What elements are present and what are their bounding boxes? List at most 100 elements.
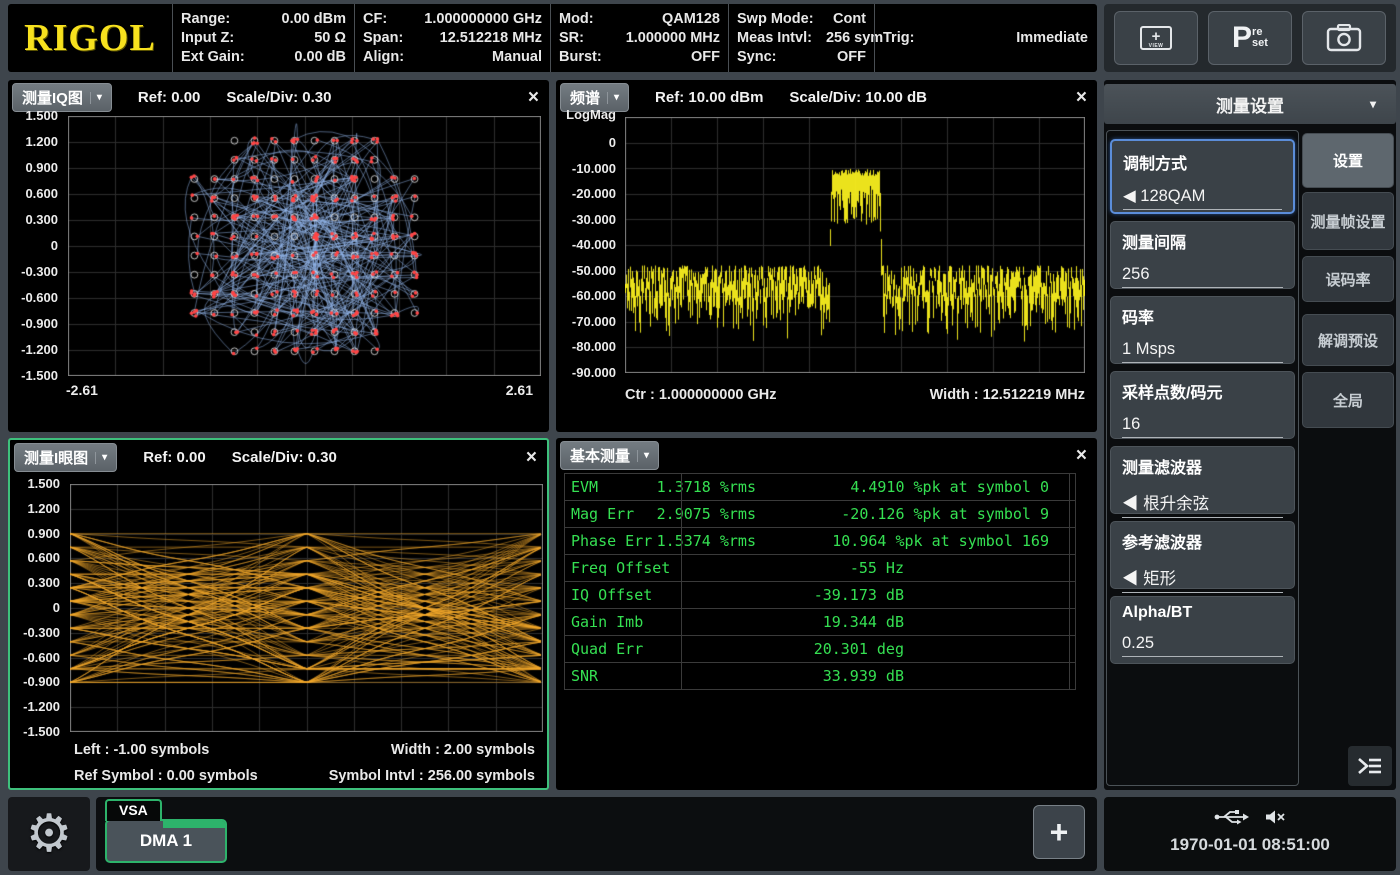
sidebar-item-points-per-symbol[interactable]: 采样点数/码元 16 — [1110, 371, 1295, 439]
meas-row-quad-err: Quad Err 20.301 deg — [565, 636, 1075, 663]
setting-label: 测量间隔 — [1122, 229, 1283, 253]
tick: -10.000 — [572, 162, 616, 176]
meas-value: 19.344 dB — [823, 609, 904, 635]
panel-basic-measurements[interactable]: 基本测量 ▾ × EVM 1.3718 %rms 4.4910 %pk at s… — [556, 438, 1097, 790]
close-icon[interactable]: × — [1076, 447, 1087, 465]
meas-peak-value: 4.4910 %pk at symbol 0 — [850, 474, 1049, 500]
sidebar-item-symbol-rate[interactable]: 码率 1 Msps — [1110, 296, 1295, 364]
eye-diagram-plot[interactable] — [70, 484, 543, 732]
status-label: Mod: — [559, 10, 594, 28]
status-group-input: Range: 0.00 dBm Input Z: 50 Ω Ext Gain: 0.0… — [172, 4, 354, 72]
menu-collapse-button[interactable] — [1348, 746, 1392, 786]
chevron-down-icon: ▾ — [90, 92, 102, 104]
status-value: Manual — [492, 48, 542, 66]
preset-p: P — [1232, 24, 1252, 52]
usb-icon — [1214, 809, 1250, 825]
meas-panel-title: 基本测量 — [570, 445, 630, 466]
collapse-menu-icon — [1357, 756, 1383, 776]
chevron-down-icon: ▾ — [1370, 97, 1376, 111]
sidebar-menu-dropdown[interactable]: 测量设置 ▾ — [1104, 84, 1396, 124]
setting-label: 参考滤波器 — [1122, 529, 1283, 553]
tab-accent-strip — [163, 821, 225, 828]
meas-name: IQ Offset — [571, 582, 652, 608]
preset-icon: P reset — [1232, 24, 1268, 52]
system-menu-button[interactable]: ⚙ — [8, 797, 90, 871]
tick: 1.500 — [27, 477, 60, 491]
close-icon[interactable]: × — [528, 89, 539, 107]
tab-demod-preset[interactable]: 解调预设 — [1302, 314, 1394, 366]
status-label: Sync: — [737, 48, 777, 66]
tab-dma1[interactable]: DMA 1 — [105, 819, 227, 863]
sidebar-item-measure-interval[interactable]: 测量间隔 256 — [1110, 221, 1295, 289]
spectrum-plot[interactable] — [625, 117, 1085, 373]
plus-glyph: + — [1152, 32, 1161, 42]
tick: -20.000 — [572, 187, 616, 201]
eye-left-label: Left : -1.00 symbols — [74, 742, 209, 758]
panel-eye-diagram-active[interactable]: 测量I眼图 ▾ Ref: 0.00 Scale/Div: 0.30 × 1.50… — [8, 438, 549, 790]
status-label: Ext Gain: — [181, 48, 245, 66]
status-group-sweep: Swp Mode:Cont Meas Intvl:256 sym Sync:OF… — [728, 4, 874, 72]
iq-scale-per-div: Scale/Div: 0.30 — [226, 89, 331, 106]
tick: -80.000 — [572, 340, 616, 354]
setting-value: ◀ 128QAM — [1123, 186, 1282, 210]
application-tab-strip: DMA 1 VSA + — [96, 797, 1097, 871]
add-tab-button[interactable]: + — [1033, 805, 1085, 859]
status-value: 50 Ω — [314, 29, 346, 47]
tick: -0.600 — [23, 651, 60, 665]
tick: -60.000 — [572, 289, 616, 303]
meas-peak-value: 10.964 %pk at symbol 169 — [832, 528, 1049, 554]
status-value: 12.512218 MHz — [440, 29, 542, 47]
eye-trace-type-dropdown[interactable]: 测量I眼图 ▾ — [14, 443, 117, 472]
tick: 0 — [51, 239, 58, 253]
screenshot-button[interactable] — [1302, 11, 1386, 65]
measurement-table: EVM 1.3718 %rms 4.4910 %pk at symbol 0 M… — [564, 473, 1076, 690]
tick: -0.300 — [23, 626, 60, 640]
status-label: Range: — [181, 10, 230, 28]
sidebar-item-modulation-type[interactable]: 调制方式 ◀ 128QAM — [1110, 139, 1295, 214]
iq-xmin-label: -2.61 — [66, 383, 98, 397]
sidebar-title: 测量设置 — [1216, 92, 1284, 117]
preset-button[interactable]: P reset — [1208, 11, 1292, 65]
tick: 1.200 — [27, 502, 60, 516]
status-value: OFF — [837, 48, 866, 66]
status-value: Immediate — [1016, 29, 1088, 47]
meas-peak-value: -20.126 %pk at symbol 9 — [841, 501, 1049, 527]
spectrum-center-freq: Ctr : 1.000000000 GHz — [625, 387, 777, 403]
multi-view-button[interactable]: + VIEW — [1114, 11, 1198, 65]
sidebar-item-reference-filter[interactable]: 参考滤波器 ◀ 矩形 — [1110, 521, 1295, 589]
panel-spectrum[interactable]: 频谱 ▾ Ref: 10.00 dBm Scale/Div: 10.00 dB … — [556, 80, 1097, 432]
status-value: QAM128 — [662, 10, 720, 28]
close-icon[interactable]: × — [526, 449, 537, 467]
iq-ref-level: Ref: 0.00 — [138, 89, 201, 106]
status-value: 0.00 dBm — [282, 10, 346, 28]
meas-name: Freq Offset — [571, 555, 670, 581]
tick: -1.500 — [21, 369, 58, 383]
tick: -90.000 — [572, 366, 616, 380]
meas-row-mag-err: Mag Err 2.9075 %rms -20.126 %pk at symbo… — [565, 501, 1075, 528]
gear-logo-icon: ⚙ — [26, 808, 73, 860]
tab-global[interactable]: 全局 — [1302, 372, 1394, 428]
iq-constellation-plot[interactable] — [68, 116, 541, 376]
close-icon[interactable]: × — [1076, 89, 1087, 107]
status-label: Input Z: — [181, 29, 234, 47]
tick: 0 — [53, 601, 60, 615]
status-label: Swp Mode: — [737, 10, 814, 28]
tab-bit-error-rate[interactable]: 误码率 — [1302, 256, 1394, 302]
eye-ref-symbol-label: Ref Symbol : 0.00 symbols — [74, 768, 258, 784]
status-value: 0.00 dB — [294, 48, 346, 66]
tab-measure-frame-settings[interactable]: 测量帧设置 — [1302, 192, 1394, 250]
sidebar-item-alpha-bt[interactable]: Alpha/BT 0.25 — [1110, 596, 1295, 664]
tick: -0.300 — [21, 265, 58, 279]
system-status-area[interactable]: 1970-01-01 08:51:00 — [1104, 797, 1396, 871]
tab-settings[interactable]: 设置 — [1302, 133, 1394, 188]
table-divider — [1069, 474, 1070, 689]
sidebar-item-measure-filter[interactable]: 测量滤波器 ◀ 根升余弦 — [1110, 446, 1295, 514]
meas-name: Phase Err — [571, 528, 652, 554]
setting-value: 1 Msps — [1122, 340, 1283, 363]
panel-iq-constellation[interactable]: 测量IQ图 ▾ Ref: 0.00 Scale/Div: 0.30 × 1.50… — [8, 80, 549, 432]
meas-type-dropdown[interactable]: 基本测量 ▾ — [560, 441, 659, 470]
meas-name: EVM — [571, 474, 598, 500]
spectrum-y-axis: 0 -10.000 -20.000 -30.000 -40.000 -50.00… — [556, 136, 620, 380]
eye-panel-header: 测量I眼图 ▾ Ref: 0.00 Scale/Div: 0.30 × — [10, 440, 547, 472]
spectrum-scale-per-div: Scale/Div: 10.00 dB — [789, 89, 927, 106]
